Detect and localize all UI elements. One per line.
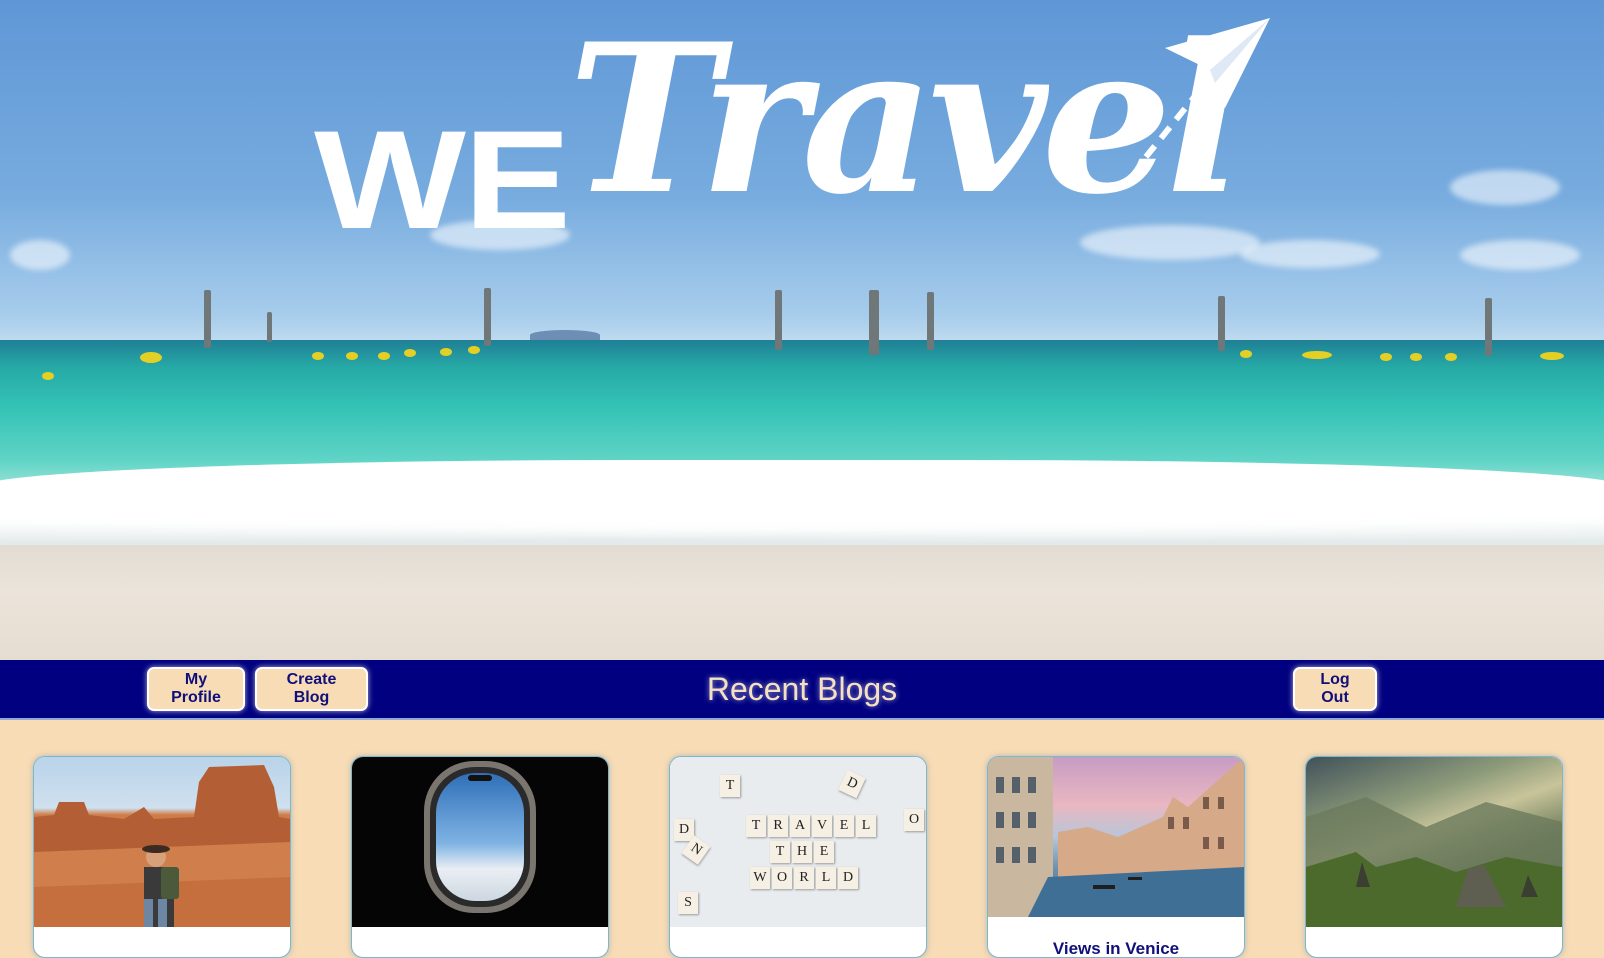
paper-plane-icon xyxy=(1142,18,1270,160)
buoy xyxy=(1240,350,1252,358)
post xyxy=(775,290,782,350)
beach-sand xyxy=(0,545,1604,660)
venice-illustration xyxy=(988,757,1244,917)
mountain-valley-illustration xyxy=(1306,797,1562,927)
site-logo: WE Travel xyxy=(300,0,1300,280)
buoy xyxy=(1302,351,1332,359)
buoy xyxy=(1445,353,1457,361)
scrabble-tile: E xyxy=(814,841,834,863)
desert-illustration xyxy=(34,765,290,927)
buoy xyxy=(1540,352,1564,360)
post xyxy=(204,290,211,348)
post xyxy=(1218,296,1225,351)
create-blog-button[interactable]: Create Blog xyxy=(255,667,368,711)
cloud xyxy=(1460,240,1580,270)
buoy xyxy=(378,352,390,360)
blog-card[interactable]: Views in Venice xyxy=(987,756,1245,958)
log-out-button[interactable]: Log Out xyxy=(1293,667,1377,711)
scrabble-tile: L xyxy=(856,815,876,837)
scrabble-tile: O xyxy=(904,809,924,831)
buoy xyxy=(42,372,54,380)
scrabble-tile: S xyxy=(678,892,698,914)
buoy xyxy=(404,349,416,357)
hero-banner: WE Travel xyxy=(0,0,1604,660)
scrabble-tile: L xyxy=(816,867,836,889)
buoy xyxy=(1410,353,1422,361)
scrabble-tile: T xyxy=(746,815,766,837)
blog-card[interactable] xyxy=(33,756,291,958)
distant-island xyxy=(530,330,600,340)
post xyxy=(484,288,491,346)
scrabble-tile: D xyxy=(838,867,858,889)
blog-thumbnail-venice[interactable] xyxy=(988,757,1244,917)
blog-card-title[interactable]: Views in Venice xyxy=(988,939,1244,957)
blog-thumbnail-airplane-window[interactable] xyxy=(352,757,608,927)
buoy xyxy=(468,346,480,354)
wave-foam xyxy=(0,460,1604,550)
post xyxy=(1485,298,1492,356)
buoy xyxy=(312,352,324,360)
my-profile-button[interactable]: My Profile xyxy=(147,667,245,711)
buoy xyxy=(140,352,162,363)
scrabble-tile: A xyxy=(790,815,810,837)
blog-thumbnail-scrabble[interactable]: TRAVELTHEWORLDTDDNOS xyxy=(670,757,926,927)
buoy xyxy=(1380,353,1392,361)
scrabble-tile: O xyxy=(772,867,792,889)
scrabble-tile: H xyxy=(792,841,812,863)
airplane-window-illustration xyxy=(424,761,536,913)
cloud xyxy=(10,240,70,270)
navbar: My Profile Create Blog Recent Blogs Log … xyxy=(0,660,1604,720)
scrabble-tile: V xyxy=(812,815,832,837)
scrabble-tile: T xyxy=(770,841,790,863)
scrabble-tile: W xyxy=(750,867,770,889)
scrabble-tile: D xyxy=(838,769,866,799)
buoy xyxy=(346,352,358,360)
blog-card[interactable]: TRAVELTHEWORLDTDDNOS xyxy=(669,756,927,958)
logo-we-text: WE xyxy=(314,101,571,258)
scrabble-tile: E xyxy=(834,815,854,837)
cloud xyxy=(1450,170,1560,205)
scrabble-tile: R xyxy=(768,815,788,837)
buoy xyxy=(440,348,452,356)
post xyxy=(869,290,879,355)
blog-card[interactable] xyxy=(351,756,609,958)
scrabble-tile: R xyxy=(794,867,814,889)
post xyxy=(267,312,272,342)
blog-thumbnail-mountain-valley[interactable] xyxy=(1306,757,1562,927)
scrabble-tile: T xyxy=(720,775,740,797)
blog-card[interactable] xyxy=(1305,756,1563,958)
blog-thumbnail-desert[interactable] xyxy=(34,757,290,927)
post xyxy=(927,292,934,350)
